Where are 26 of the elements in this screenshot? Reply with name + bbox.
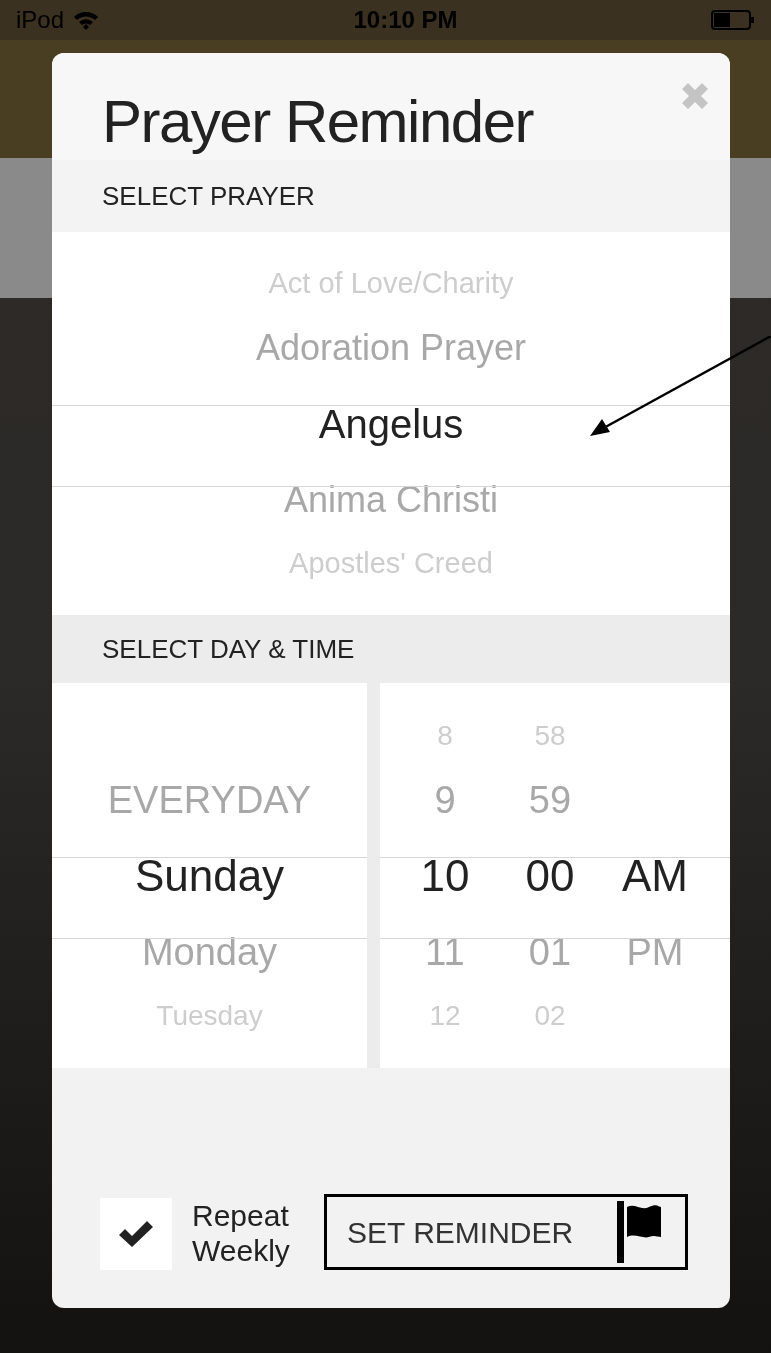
- dialog-title: Prayer Reminder: [102, 92, 533, 152]
- check-icon: [117, 1219, 155, 1249]
- prayer-option[interactable]: Angelus: [318, 403, 464, 444]
- wifi-icon: [72, 10, 101, 30]
- minute-option[interactable]: 59: [528, 780, 572, 819]
- repeat-label: Repeat Weekly: [192, 1199, 291, 1268]
- set-reminder-button[interactable]: SET REMINDER: [324, 1194, 688, 1270]
- period-option[interactable]: AM: [622, 853, 688, 898]
- period-option[interactable]: PM: [626, 932, 684, 971]
- section-heading: SELECT PRAYER: [102, 179, 315, 213]
- section-heading: SELECT DAY & TIME: [102, 632, 355, 666]
- hour-option[interactable]: 10: [420, 853, 470, 898]
- flag-icon: [617, 1201, 663, 1263]
- minute-option[interactable]: 00: [525, 853, 575, 898]
- hour-option[interactable]: 9: [434, 780, 456, 819]
- carrier-label: iPod: [16, 5, 65, 35]
- minute-option[interactable]: 01: [528, 932, 572, 971]
- prayer-option[interactable]: Anima Christi: [283, 481, 499, 518]
- hour-option[interactable]: 11: [425, 932, 465, 971]
- day-option[interactable]: Sunday: [134, 853, 285, 898]
- day-option[interactable]: EVERYDAY: [107, 780, 312, 819]
- prayer-option[interactable]: Adoration Prayer: [255, 329, 527, 366]
- day-option[interactable]: Monday: [141, 932, 278, 971]
- repeat-checkbox[interactable]: [100, 1198, 172, 1270]
- battery-icon: [711, 9, 755, 31]
- status-time: 10:10 PM: [353, 5, 458, 35]
